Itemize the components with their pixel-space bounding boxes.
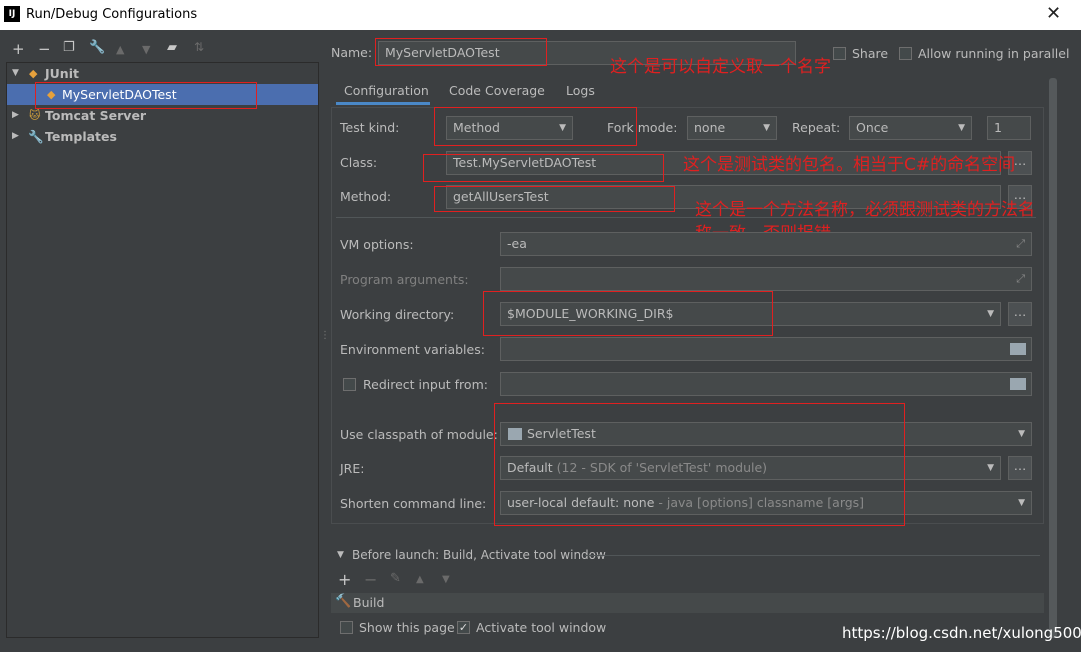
class-label: Class: [340, 155, 378, 170]
share-checkbox[interactable] [833, 47, 846, 60]
show-page-checkbox[interactable] [340, 621, 353, 634]
build-task[interactable]: Build [353, 595, 384, 610]
folder-icon[interactable] [1010, 343, 1026, 355]
splitter-handle[interactable]: ⋮ [320, 330, 330, 341]
tab-code-coverage[interactable]: Code Coverage [449, 83, 545, 105]
collapse-arrow-icon[interactable]: ▶ [12, 126, 19, 147]
expand-icon[interactable]: ⤢ [1016, 233, 1025, 255]
sort-icon[interactable]: ⇅ [194, 40, 204, 54]
share-label: Share [852, 46, 889, 61]
tree-item-templates[interactable]: ▶ 🔧 Templates [7, 126, 318, 147]
move-up-icon[interactable]: ▲ [116, 43, 124, 56]
highlight-box-method [434, 186, 675, 212]
scrollbar[interactable] [1049, 78, 1057, 638]
tree-item-label: Templates [45, 129, 117, 144]
redirect-checkbox[interactable] [343, 378, 356, 391]
parallel-label: Allow running in parallel [918, 46, 1070, 61]
redirect-input[interactable] [500, 372, 1032, 396]
add-icon[interactable]: + [12, 40, 25, 58]
jre-browse-button[interactable]: … [1008, 456, 1032, 480]
close-icon[interactable]: ✕ [1046, 3, 1061, 24]
window-title: Run/Debug Configurations [26, 7, 198, 22]
chevron-down-icon: ▼ [958, 123, 965, 133]
vm-options-label: VM options: [340, 237, 414, 252]
highlight-box-tree [35, 82, 257, 109]
repeat-count-input[interactable]: 1 [987, 116, 1031, 140]
remove-icon[interactable]: − [38, 40, 51, 58]
program-args-input[interactable]: ⤢ [500, 267, 1032, 291]
wrench-icon[interactable]: 🔧 [89, 40, 105, 55]
chevron-down-icon: ▼ [763, 123, 770, 133]
tree-item-junit[interactable]: ▼ ◆ JUnit [7, 63, 318, 84]
title-bar: IJ Run/Debug Configurations ✕ [0, 0, 1081, 30]
separator [336, 217, 1036, 218]
test-kind-label: Test kind: [340, 120, 400, 135]
working-dir-label: Working directory: [340, 307, 455, 322]
copy-icon[interactable]: ❐ [63, 40, 75, 55]
activate-tool-checkbox[interactable]: ✓ [457, 621, 470, 634]
activate-tool-label: Activate tool window [476, 620, 607, 635]
fork-mode-value: none [694, 120, 726, 135]
chevron-down-icon: ▼ [1018, 498, 1025, 508]
classpath-label: Use classpath of module: [340, 427, 498, 442]
shorten-label: Shorten command line: [340, 496, 487, 511]
fork-mode-select[interactable]: none ▼ [687, 116, 777, 140]
folder-icon[interactable] [1010, 378, 1026, 390]
before-launch-list: 🔨 Build [331, 593, 1044, 613]
name-label: Name: [331, 45, 373, 60]
add-icon[interactable]: + [338, 570, 351, 589]
vm-options-value: -ea [507, 236, 527, 251]
annotation-name: 这个是可以自定义取一个名字 [610, 57, 831, 77]
env-vars-label: Environment variables: [340, 342, 485, 357]
expand-arrow-icon[interactable]: ▼ [12, 63, 19, 84]
collapse-arrow-icon[interactable]: ▶ [12, 105, 19, 126]
tab-logs[interactable]: Logs [566, 83, 595, 105]
repeat-label: Repeat: [792, 120, 841, 135]
hammer-icon: 🔨 [335, 594, 352, 609]
tab-configuration[interactable]: Configuration [336, 83, 430, 105]
junit-icon: ◆ [29, 67, 38, 80]
edit-icon[interactable]: ✎ [390, 571, 401, 586]
separator [585, 555, 1040, 556]
method-label: Method: [340, 189, 392, 204]
redirect-label: Redirect input from: [363, 377, 488, 392]
new-folder-icon[interactable]: ▰ [167, 40, 177, 55]
wrench-icon: 🔧 [28, 129, 44, 144]
jre-label: JRE: [340, 461, 365, 476]
configuration-tree: ▼ ◆ JUnit ◆ MyServletDAOTest ▶ 🐱 Tomcat … [6, 62, 319, 638]
chevron-down-icon: ▼ [987, 463, 994, 473]
show-page-label: Show this page [359, 620, 455, 635]
chevron-down-icon: ▼ [1018, 429, 1025, 439]
intellij-app-icon: IJ [4, 6, 20, 22]
repeat-value: Once [856, 120, 889, 135]
chevron-down-icon: ▼ [987, 309, 994, 319]
move-down-icon[interactable]: ▼ [142, 43, 150, 56]
highlight-box-working-dir [483, 291, 773, 336]
remove-icon[interactable]: − [364, 570, 377, 589]
repeat-select[interactable]: Once ▼ [849, 116, 972, 140]
expand-icon[interactable]: ⤢ [1016, 268, 1025, 290]
highlight-box-class [423, 154, 664, 182]
before-launch-label: Before launch: Build, Activate tool wind… [352, 548, 606, 562]
tree-item-label: JUnit [45, 66, 79, 81]
fork-mode-label: Fork mode: [607, 120, 678, 135]
env-vars-input[interactable] [500, 337, 1032, 361]
move-down-icon[interactable]: ▼ [442, 574, 450, 585]
working-dir-browse-button[interactable]: … [1008, 302, 1032, 326]
vm-options-input[interactable]: -ea ⤢ [500, 232, 1032, 256]
highlight-box-name [375, 38, 547, 66]
move-up-icon[interactable]: ▲ [416, 574, 424, 585]
annotation-class: 这个是测试类的包名。相当于C#的命名空间 [683, 155, 1016, 175]
program-args-label: Program arguments: [340, 272, 469, 287]
watermark: https://blog.csdn.net/xulong5000 [842, 624, 1081, 642]
collapse-arrow-icon[interactable]: ▼ [337, 550, 344, 560]
parallel-checkbox[interactable] [899, 47, 912, 60]
highlight-box-module [494, 403, 905, 526]
